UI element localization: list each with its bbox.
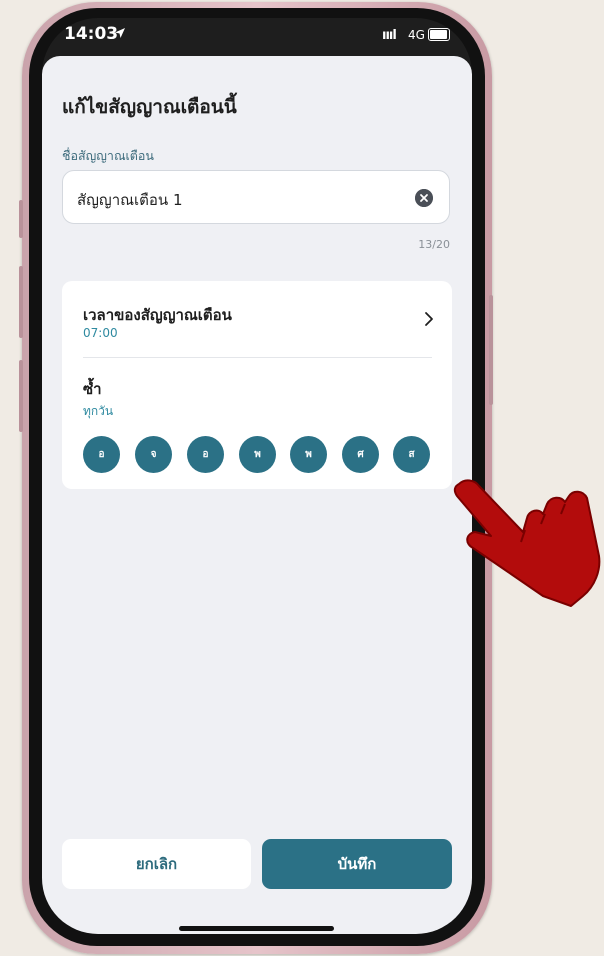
side-button-power [489,295,493,405]
clear-icon[interactable] [415,189,433,207]
day-toggle-sun[interactable]: อ [83,436,120,473]
side-button-mute [19,200,23,238]
divider [83,357,432,358]
alarm-time-row[interactable]: เวลาของสัญญาณเตือน 07:00 [62,281,452,357]
day-toggle-thu[interactable]: พ [290,436,327,473]
day-toggle-mon[interactable]: จ [135,436,172,473]
page-title: แก้ไขสัญญาณเตือนนี้ [62,96,237,118]
alarm-name-value: สัญญาณเตือน 1 [77,191,183,209]
repeat-value: ทุกวัน [83,404,114,418]
save-button[interactable]: บันทึก [262,839,452,889]
repeat-label: ซ้ำ [83,380,102,398]
day-toggle-tue[interactable]: อ [187,436,224,473]
alarm-name-label: ชื่อสัญญาณเตือน [62,148,154,163]
phone-screen: 14:03 ıııl 4G แก้ไขสัญญาณเตือนนี้ ชื่อสั… [42,18,472,934]
battery-icon [428,28,450,41]
day-toggle-fri[interactable]: ศ [342,436,379,473]
status-time: 14:03 [64,24,119,44]
chevron-right-icon [425,312,433,326]
alarm-settings-card: เวลาของสัญญาณเตือน 07:00 ซ้ำ ทุกวัน อ จ … [62,281,452,489]
cancel-button[interactable]: ยกเลิก [62,839,251,889]
day-toggle-wed[interactable]: พ [239,436,276,473]
signal-icon: ıııl [382,28,397,43]
day-toggle-sat[interactable]: ส [393,436,430,473]
home-indicator [179,926,334,931]
alarm-time-label: เวลาของสัญญาณเตือน [83,306,232,324]
char-count: 13/20 [418,238,450,251]
day-selector: อ จ อ พ พ ศ ส [83,436,433,473]
location-arrow-icon [115,28,125,38]
pointing-hand-icon [453,479,601,607]
edit-alarm-sheet: แก้ไขสัญญาณเตือนนี้ ชื่อสัญญาณเตือน สัญญ… [42,56,472,934]
alarm-name-input[interactable]: สัญญาณเตือน 1 [62,170,450,224]
alarm-time-value: 07:00 [83,326,118,340]
side-button-volume-up [19,266,23,338]
network-type: 4G [408,28,425,42]
side-button-volume-down [19,360,23,432]
status-bar: 14:03 ıııl 4G [42,18,472,58]
